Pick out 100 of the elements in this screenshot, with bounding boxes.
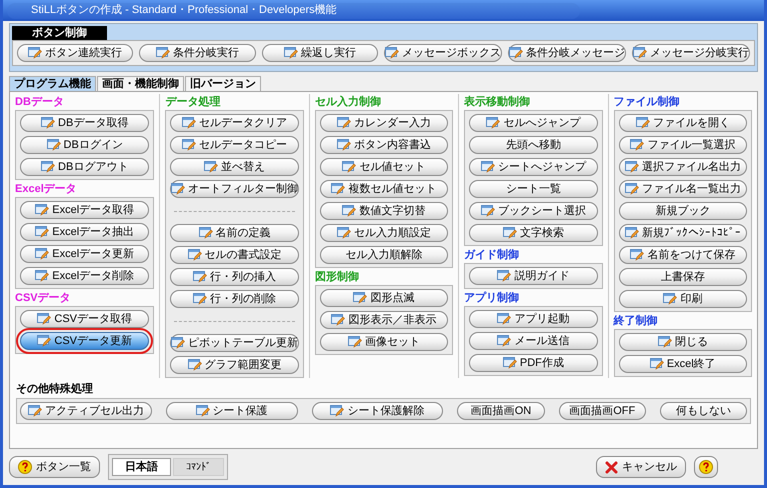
command-button[interactable]: 何もしない: [660, 402, 747, 420]
command-button[interactable]: シート保護: [166, 402, 298, 420]
pencil-icon: [37, 335, 52, 347]
command-button[interactable]: ボタン連続実行: [17, 44, 134, 62]
pencil-icon: [156, 47, 170, 59]
command-button[interactable]: アプリ起動: [469, 310, 598, 328]
command-button[interactable]: 行・列の挿入: [170, 268, 299, 286]
pencil-icon: [336, 227, 351, 239]
command-button[interactable]: Excelデータ更新: [20, 245, 150, 263]
command-button[interactable]: 並べ替え: [170, 158, 299, 176]
command-button[interactable]: ピボットテーブル更新: [170, 334, 299, 352]
command-button[interactable]: グラフ範囲変更: [170, 356, 299, 374]
pencil-icon: [41, 117, 56, 129]
command-button[interactable]: アクティブセル出力: [20, 402, 152, 420]
command-button[interactable]: シートへジャンプ: [469, 158, 598, 176]
command-button[interactable]: ファイル一覧選択: [618, 136, 747, 154]
command-button[interactable]: 行・列の削除: [170, 290, 299, 308]
help-button[interactable]: [694, 456, 718, 478]
command-button[interactable]: DBログイン: [20, 136, 150, 154]
pencil-icon: [624, 183, 639, 195]
section-title: 図形制御: [314, 270, 360, 284]
command-button[interactable]: DBログアウト: [20, 158, 150, 176]
command-button[interactable]: セル入力順解除: [320, 246, 448, 264]
command-button[interactable]: メール送信: [469, 332, 598, 350]
command-button[interactable]: セルの書式設定: [170, 246, 299, 264]
command-button[interactable]: Excelデータ取得: [20, 201, 150, 219]
command-button[interactable]: 名前をつけて保存: [618, 246, 747, 264]
pencil-icon: [663, 293, 678, 305]
command-button[interactable]: ファイル名一覧出力: [618, 180, 747, 198]
pencil-icon: [171, 337, 186, 349]
pencil-icon: [182, 117, 196, 129]
pencil-icon: [35, 248, 50, 260]
command-button[interactable]: ブックシート選択: [469, 202, 598, 220]
pencil-icon: [331, 183, 346, 195]
command-button[interactable]: ボタン内容書込: [320, 136, 448, 154]
command-button[interactable]: シート保護解除: [312, 402, 444, 420]
language-option[interactable]: 日本語: [112, 458, 171, 476]
command-button[interactable]: 画像セット: [320, 333, 448, 351]
command-button[interactable]: セルデータコピー: [170, 136, 299, 154]
command-button[interactable]: メッセージ分岐実行: [632, 44, 750, 62]
command-button[interactable]: CSVデータ取得: [20, 310, 150, 328]
command-button[interactable]: 図形表示／非表示: [320, 311, 448, 329]
command-button[interactable]: 説明ガイド: [469, 267, 598, 285]
command-button[interactable]: DBデータ取得: [20, 114, 150, 132]
command-button[interactable]: 文字検索: [469, 224, 598, 242]
command-button[interactable]: 名前の定義: [170, 224, 299, 242]
command-button[interactable]: セル入力順設定: [320, 224, 448, 242]
command-button[interactable]: 先頭へ移動: [469, 136, 598, 154]
command-button[interactable]: 新規ﾌﾞｯｸへｼｰﾄｺﾋﾟｰ: [618, 224, 747, 242]
cancel-button[interactable]: キャンセル: [596, 456, 686, 478]
pencil-icon: [636, 117, 650, 129]
command-button[interactable]: ファイルを開く: [618, 114, 747, 132]
pencil-icon: [342, 205, 356, 217]
command-button[interactable]: 上書保存: [618, 268, 747, 286]
pencil-icon: [284, 47, 298, 59]
command-button[interactable]: 閉じる: [618, 333, 747, 351]
command-button[interactable]: 画面描画OFF: [558, 402, 646, 420]
pencil-icon: [171, 183, 186, 195]
command-button[interactable]: PDF作成: [469, 354, 598, 372]
command-button[interactable]: シート一覧: [469, 180, 598, 198]
command-button[interactable]: Excelデータ削除: [20, 267, 150, 285]
command-button[interactable]: 条件分岐実行: [139, 44, 256, 62]
pencil-icon: [480, 205, 495, 217]
pencil-icon: [37, 313, 52, 325]
command-button[interactable]: セルへジャンプ: [469, 114, 598, 132]
pencil-icon: [348, 336, 362, 348]
command-button[interactable]: 数値文字切替: [320, 202, 448, 220]
tab[interactable]: 画面・機能制御: [97, 76, 184, 91]
pencil-icon: [632, 47, 647, 59]
pencil-icon: [182, 139, 196, 151]
command-button[interactable]: 新規ブック: [618, 202, 747, 220]
pencil-icon: [331, 314, 346, 326]
language-option[interactable]: ｺﾏﾝﾄﾞ: [173, 458, 224, 476]
command-button[interactable]: 条件分岐メッセージ: [508, 44, 626, 62]
section-title: CSVデータ: [15, 291, 72, 305]
command-button[interactable]: セル値セット: [320, 158, 448, 176]
pencil-icon: [188, 359, 202, 371]
window-title: StiLLボタンの作成 - Standard・Professional・Developers機能: [31, 3, 337, 18]
command-button[interactable]: オートフィルター制御: [170, 180, 299, 198]
section-title: 表示移動制御: [464, 95, 532, 109]
command-button[interactable]: セルデータクリア: [170, 114, 299, 132]
button-list-button[interactable]: ボタン一覧: [9, 456, 100, 478]
tab[interactable]: プログラム機能: [9, 76, 96, 91]
command-button[interactable]: 繰返し実行: [262, 44, 378, 62]
pencil-icon: [336, 117, 351, 129]
tab[interactable]: 旧バージョン: [185, 76, 261, 91]
command-button[interactable]: 画面描画ON: [457, 402, 545, 420]
command-button[interactable]: 印刷: [618, 290, 747, 308]
command-button[interactable]: Excel終了: [618, 355, 747, 373]
command-button[interactable]: カレンダー入力: [320, 114, 448, 132]
section-title: ガイド制御: [464, 248, 520, 262]
help-icon: [18, 460, 32, 474]
command-button[interactable]: 選択ファイル名出力: [618, 158, 747, 176]
section-header: ボタン制御: [12, 26, 107, 40]
command-button[interactable]: 図形点滅: [320, 289, 448, 307]
command-button[interactable]: Excelデータ抽出: [20, 223, 150, 241]
command-button[interactable]: 複数セル値セット: [320, 180, 448, 198]
command-button[interactable]: メッセージボックス: [384, 44, 502, 62]
pencil-icon: [46, 139, 61, 151]
pencil-icon: [41, 161, 56, 173]
